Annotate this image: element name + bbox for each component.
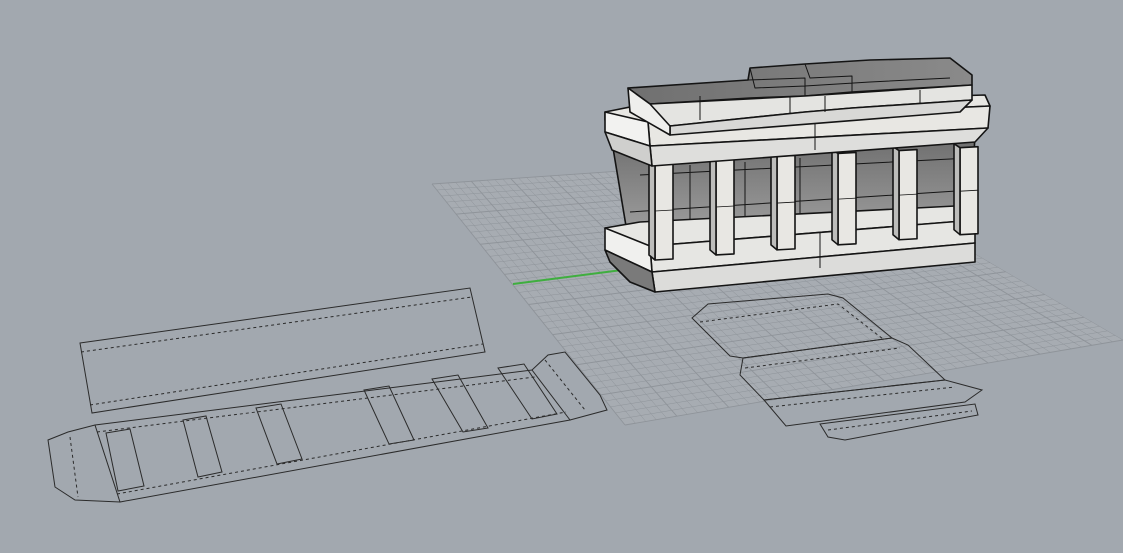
- net-back-panel: [79, 287, 486, 414]
- column-side: [709, 154, 717, 256]
- net-back-fold: [80, 296, 473, 353]
- column-side: [648, 157, 656, 261]
- perspective-viewport[interactable]: [0, 0, 1123, 553]
- lid-tab: [819, 403, 979, 441]
- net-cutout: [105, 428, 145, 492]
- colonnade-model[interactable]: [604, 57, 991, 293]
- net-strip-fold-top: [96, 376, 536, 433]
- net-left-tab-fold: [69, 436, 79, 498]
- column-side: [892, 145, 900, 241]
- net-cutout: [182, 415, 223, 478]
- net-left-tab: [47, 424, 121, 503]
- net-cutouts: [105, 363, 558, 492]
- column-side: [831, 148, 839, 246]
- long-box-net[interactable]: [47, 287, 608, 503]
- column-side: [953, 142, 961, 236]
- column-side: [770, 151, 778, 251]
- net-cutout: [255, 403, 303, 465]
- net-main-strip: [94, 369, 571, 503]
- scene-canvas[interactable]: [0, 0, 1123, 553]
- net-back-fold-2: [89, 343, 484, 406]
- net-cutout: [363, 385, 415, 445]
